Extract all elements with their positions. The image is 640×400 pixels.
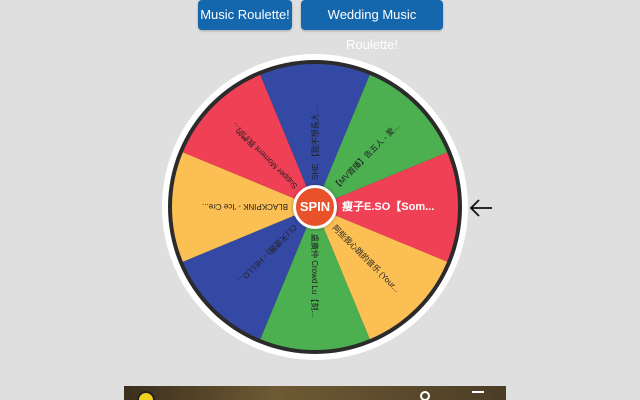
wheel-segment-label: 盧廣仲 Crowd Lu【刻...: [310, 234, 320, 317]
spin-button[interactable]: SPIN: [293, 185, 337, 229]
wedding-music-roulette-button[interactable]: Wedding Music Roulette!: [301, 0, 443, 52]
wheel-segment-label: SHE 【我不想長大...: [310, 107, 320, 180]
top-bar: Music Roulette! Wedding Music Roulette!: [0, 0, 640, 52]
wheel-segment-label: BLACKPINK - 'Ice Cre...: [202, 202, 288, 211]
share-icon[interactable]: [472, 391, 484, 399]
wheel-segment-label: 瘦子E.SO【Som...: [342, 199, 434, 213]
video-thumbnail: [124, 386, 506, 400]
left-arrow-icon: [469, 199, 492, 217]
video-player-strip[interactable]: [124, 386, 506, 400]
clock-icon[interactable]: [420, 391, 430, 400]
roulette-wheel[interactable]: 瘦子E.SO【Som... 阿些我心跳的音乐 (Your... 盧廣仲 Crowd …: [160, 52, 470, 362]
music-roulette-button[interactable]: Music Roulette!: [198, 0, 292, 30]
